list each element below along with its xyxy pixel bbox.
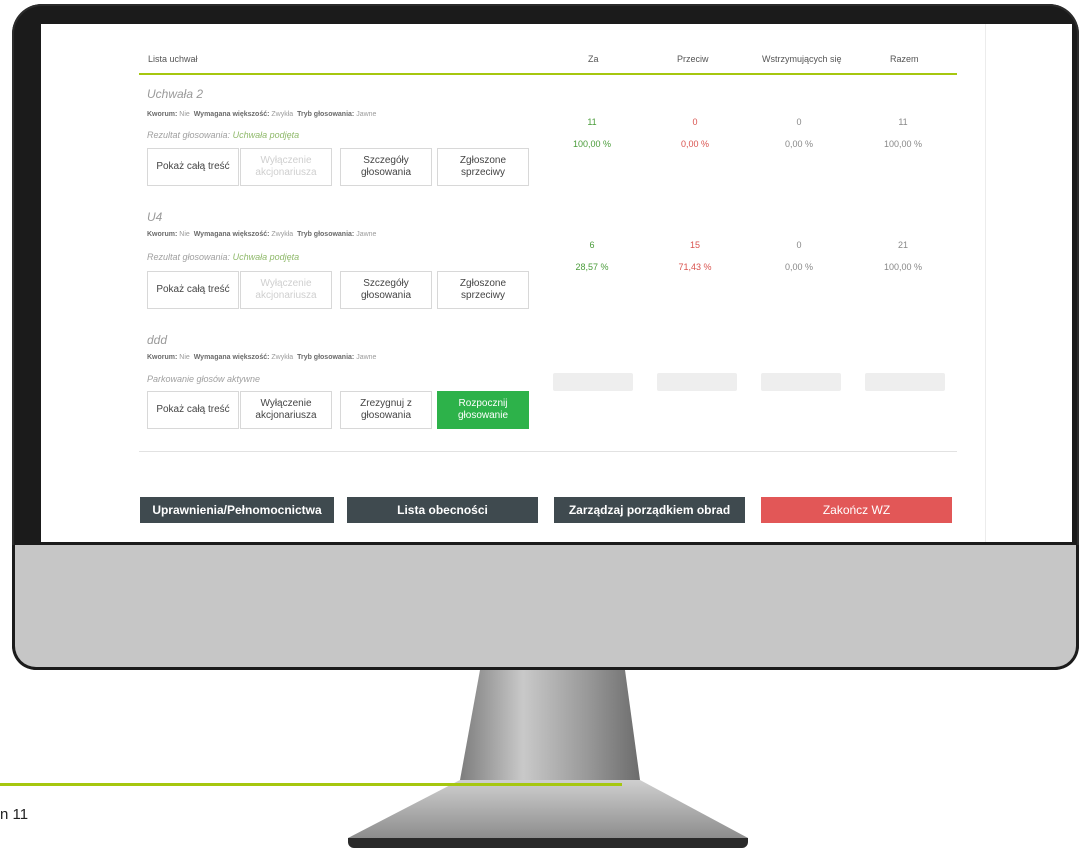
resolution-status: Rezultat głosowania: Uchwała podjęta xyxy=(147,130,300,140)
resolution-meta: Kworum: Nie Wymagana większość: Zwykła T… xyxy=(147,231,377,238)
resolution-status: Rezultat głosowania: Uchwała podjęta xyxy=(147,252,300,262)
resolution-status: Parkowanie głosów aktywne xyxy=(147,374,261,384)
resolution-meta: Kworum: Nie Wymagana większość: Zwykła T… xyxy=(147,354,377,361)
withdraw-voting-button[interactable]: Zrezygnuj z głosowania xyxy=(340,391,432,429)
przeciw-percent: 71,43 % xyxy=(678,262,712,272)
za-placeholder xyxy=(553,373,633,391)
za-percent: 28,57 % xyxy=(575,262,609,272)
manage-agenda-button[interactable]: Zarządzaj porządkiem obrad xyxy=(554,497,745,523)
voting-details-button[interactable]: Szczegóły głosowania xyxy=(340,148,432,186)
za-count: 6 xyxy=(589,240,595,250)
za-count: 11 xyxy=(587,117,597,127)
panel-border xyxy=(985,24,986,542)
przeciw-count: 15 xyxy=(689,240,700,250)
header-wstrzymujacych: Wstrzymujących się xyxy=(762,54,842,64)
exclude-shareholder-button[interactable]: Wyłączenie akcjonariusza xyxy=(240,148,332,186)
wstrzymujacych-count: 0 xyxy=(796,240,802,250)
razem-placeholder xyxy=(865,373,945,391)
show-content-button[interactable]: Pokaż całą treść xyxy=(147,391,239,429)
wstrzymujacych-percent: 0,00 % xyxy=(784,139,814,149)
show-content-button[interactable]: Pokaż całą treść xyxy=(147,271,239,309)
end-meeting-button[interactable]: Zakończ WZ xyxy=(761,497,952,523)
przeciw-count: 0 xyxy=(692,117,698,127)
exclude-shareholder-button[interactable]: Wyłączenie akcjonariusza xyxy=(240,271,332,309)
monitor-chin xyxy=(12,545,1079,670)
header-przeciw: Przeciw xyxy=(677,54,709,64)
razem-count: 11 xyxy=(898,117,908,127)
przeciw-percent: 0,00 % xyxy=(680,139,710,149)
screen: Lista uchwał Za Przeciw Wstrzymujących s… xyxy=(41,24,1072,542)
section-divider xyxy=(139,451,957,452)
resolution-title: Uchwała 2 xyxy=(147,87,204,101)
przeciw-placeholder xyxy=(657,373,737,391)
permissions-button[interactable]: Uprawnienia/Pełnomocnictwa xyxy=(140,497,334,523)
za-percent: 100,00 % xyxy=(572,139,612,149)
wstrzymujacych-placeholder xyxy=(761,373,841,391)
show-content-button[interactable]: Pokaż całą treść xyxy=(147,148,239,186)
exclude-shareholder-button[interactable]: Wyłączenie akcjonariusza xyxy=(240,391,332,429)
resolution-title: ddd xyxy=(147,333,168,347)
objections-button[interactable]: Zgłoszone sprzeciwy xyxy=(437,148,529,186)
objections-button[interactable]: Zgłoszone sprzeciwy xyxy=(437,271,529,309)
header-underline xyxy=(139,73,957,75)
decorative-line xyxy=(0,783,622,786)
page-number: n 11 xyxy=(0,806,29,823)
voting-details-button[interactable]: Szczegóły głosowania xyxy=(340,271,432,309)
start-voting-button[interactable]: Rozpocznij głosowanie xyxy=(437,391,529,429)
monitor-base xyxy=(348,838,748,848)
razem-percent: 100,00 % xyxy=(883,139,923,149)
resolutions-panel: Lista uchwał Za Przeciw Wstrzymujących s… xyxy=(41,24,1072,542)
header-za: Za xyxy=(588,54,599,64)
razem-percent: 100,00 % xyxy=(883,262,923,272)
resolution-title: U4 xyxy=(147,210,163,224)
header-resolution-list: Lista uchwał xyxy=(148,54,198,64)
header-razem: Razem xyxy=(890,54,919,64)
resolution-meta: Kworum: Nie Wymagana większość: Zwykła T… xyxy=(147,111,377,118)
wstrzymujacych-count: 0 xyxy=(796,117,802,127)
razem-count: 21 xyxy=(897,240,908,250)
attendance-list-button[interactable]: Lista obecności xyxy=(347,497,538,523)
wstrzymujacych-percent: 0,00 % xyxy=(784,262,814,272)
